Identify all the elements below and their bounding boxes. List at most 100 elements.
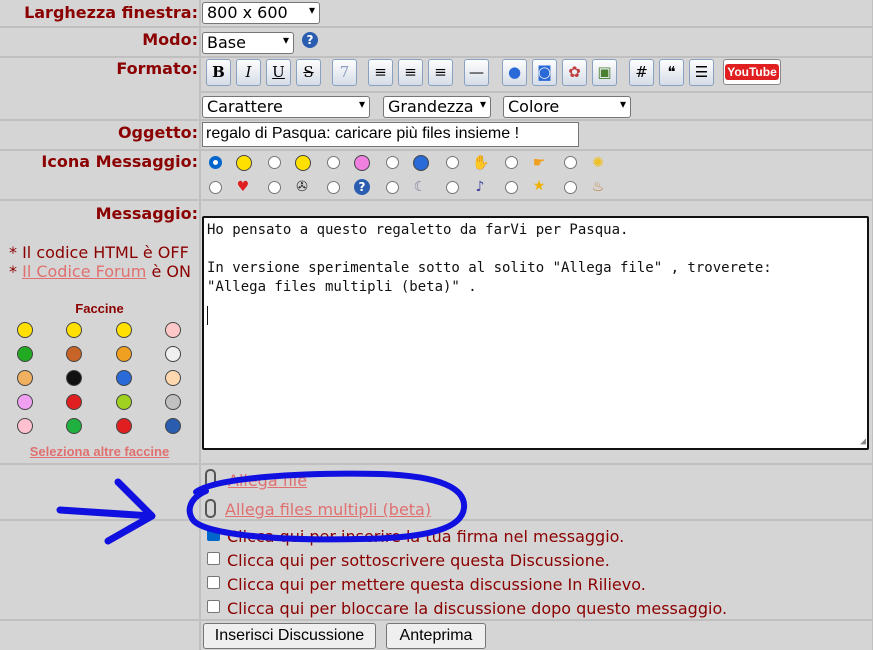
subscribe-option-label: Clicca qui per sottoscrivere questa Disc…	[227, 551, 610, 570]
smiley-icon[interactable]	[165, 418, 181, 434]
window-width-value: 800 x 600	[207, 3, 288, 22]
mode-row: Base ▾ ?	[201, 28, 872, 56]
smiley-icon[interactable]	[17, 346, 33, 362]
chevron-down-icon: ▾	[308, 3, 315, 17]
smiley-icon[interactable]	[165, 370, 181, 386]
message-icon-label-text: Icona Messaggio:	[41, 152, 198, 171]
youtube-label: YouTube	[725, 64, 779, 80]
subject-input[interactable]: regalo di Pasqua: caricare più files ins…	[202, 122, 579, 147]
smiley-icon[interactable]	[116, 322, 132, 338]
flower-image-button[interactable]: ✿	[562, 59, 587, 86]
icon-radio-12[interactable]	[446, 181, 459, 194]
attach-file-link[interactable]: Allega file	[228, 471, 307, 490]
more-smilies-link[interactable]: Seleziona altre faccine	[0, 444, 199, 459]
options-label-cell	[0, 521, 199, 619]
font-select-value: Carattere	[207, 97, 283, 116]
chevron-down-icon: ▾	[358, 97, 365, 111]
icon-radio-5[interactable]	[446, 156, 459, 169]
smiley-icon[interactable]	[66, 346, 82, 362]
lock-checkbox[interactable]	[207, 600, 220, 613]
smiley-icon[interactable]	[17, 322, 33, 338]
icon-radio-14[interactable]	[564, 181, 577, 194]
signature-checkbox[interactable]	[207, 528, 220, 541]
lightbulb-icon: ✺	[592, 155, 604, 171]
globe-link-button[interactable]: ●	[502, 59, 527, 86]
film-reel-icon: ✇	[296, 179, 308, 195]
icon-radio-11[interactable]	[386, 181, 399, 194]
smiley-icon[interactable]	[17, 418, 33, 434]
icon-radio-8[interactable]	[209, 181, 222, 194]
paperclip-icon	[205, 499, 216, 518]
align-left-button[interactable]: ≡	[368, 59, 393, 86]
youtube-button[interactable]: YouTube	[723, 59, 781, 85]
resize-handle-icon[interactable]: ◢	[860, 437, 866, 447]
list-button[interactable]: ☰	[689, 59, 714, 86]
smiley-icon[interactable]	[66, 370, 82, 386]
message-line-2: In versione sperimentale sotto al solito…	[207, 260, 772, 276]
thumbs-down-icon: ✋	[472, 155, 490, 171]
smiley-icon[interactable]	[165, 346, 181, 362]
smiley-icon[interactable]	[116, 370, 132, 386]
align-center-button[interactable]: ≡	[398, 59, 423, 86]
smiley-icon[interactable]	[66, 322, 82, 338]
window-width-select[interactable]: 800 x 600 ▾	[202, 2, 320, 24]
icon-radio-2[interactable]	[268, 156, 281, 169]
image-button[interactable]: ▣	[592, 59, 617, 86]
mode-select[interactable]: Base ▾	[202, 32, 294, 54]
attach-multiple-files-link[interactable]: Allega files multipli (beta)	[225, 500, 431, 519]
html-code-note-text: * Il codice HTML è OFF	[9, 243, 189, 262]
window-width-label: Larghezza finestra:	[0, 0, 199, 26]
html-code-note: * Il codice HTML è OFF	[9, 243, 189, 262]
icon-radio-4[interactable]	[386, 156, 399, 169]
smiley-icon[interactable]	[66, 418, 82, 434]
format-label-text: Formato:	[116, 59, 198, 78]
font-select[interactable]: Carattere ▾	[202, 96, 370, 118]
preview-button[interactable]: Anteprima	[386, 623, 486, 649]
smiley-icon[interactable]	[116, 346, 132, 362]
icon-radio-1[interactable]	[209, 156, 222, 169]
window-width-row: 800 x 600 ▾	[201, 0, 872, 26]
smiley-icon[interactable]	[165, 322, 181, 338]
color-select[interactable]: Colore ▾	[503, 96, 631, 118]
icon-radio-9[interactable]	[268, 181, 281, 194]
subscribe-checkbox[interactable]	[207, 552, 220, 565]
quote-button[interactable]: ❝	[659, 59, 684, 86]
help-icon[interactable]: ?	[302, 32, 318, 48]
smilies-title: Faccine	[75, 301, 124, 316]
grin-icon	[295, 155, 311, 171]
smiley-icon[interactable]	[165, 394, 181, 410]
horizontal-rule-button[interactable]: —	[464, 59, 489, 86]
smiley-icon[interactable]	[116, 394, 132, 410]
message-icon-label: Icona Messaggio:	[0, 151, 199, 199]
sticky-checkbox[interactable]	[207, 576, 220, 589]
submit-discussion-button[interactable]: Inserisci Discussione	[203, 623, 376, 649]
moon-icon: ☾	[413, 179, 427, 195]
sad-icon	[413, 155, 429, 171]
icon-radio-3[interactable]	[327, 156, 340, 169]
subject-row: regalo di Pasqua: caricare più files ins…	[201, 121, 872, 149]
forum-code-link[interactable]: Il Codice Forum	[22, 262, 146, 281]
email-link-button[interactable]: ◙	[532, 59, 557, 86]
bold-button[interactable]: B	[206, 59, 231, 86]
smiley-icon[interactable]	[116, 418, 132, 434]
message-textarea[interactable]: Ho pensato a questo regaletto da farVi p…	[202, 216, 869, 450]
icon-radio-6[interactable]	[505, 156, 518, 169]
music-note-icon: ♪	[475, 179, 485, 195]
smiley-icon[interactable]	[66, 394, 82, 410]
icon-radio-13[interactable]	[505, 181, 518, 194]
strikethrough-button[interactable]: S	[296, 59, 321, 86]
sticky-option-label: Clicca qui per mettere questa discussion…	[227, 575, 646, 594]
italic-button[interactable]: I	[236, 59, 261, 86]
font-button[interactable]: 7	[332, 59, 357, 86]
buttons-label-cell	[0, 621, 199, 650]
message-line-blank	[207, 240, 864, 259]
smiley-icon[interactable]	[17, 394, 33, 410]
smiley-icon[interactable]	[17, 370, 33, 386]
underline-button[interactable]: U	[266, 59, 291, 86]
code-button[interactable]: #	[629, 59, 654, 86]
pointing-hand-icon: ☛	[532, 155, 546, 171]
align-right-button[interactable]: ≡	[428, 59, 453, 86]
icon-radio-10[interactable]	[327, 181, 340, 194]
icon-radio-7[interactable]	[564, 156, 577, 169]
size-select[interactable]: Grandezza ▾	[383, 96, 491, 118]
